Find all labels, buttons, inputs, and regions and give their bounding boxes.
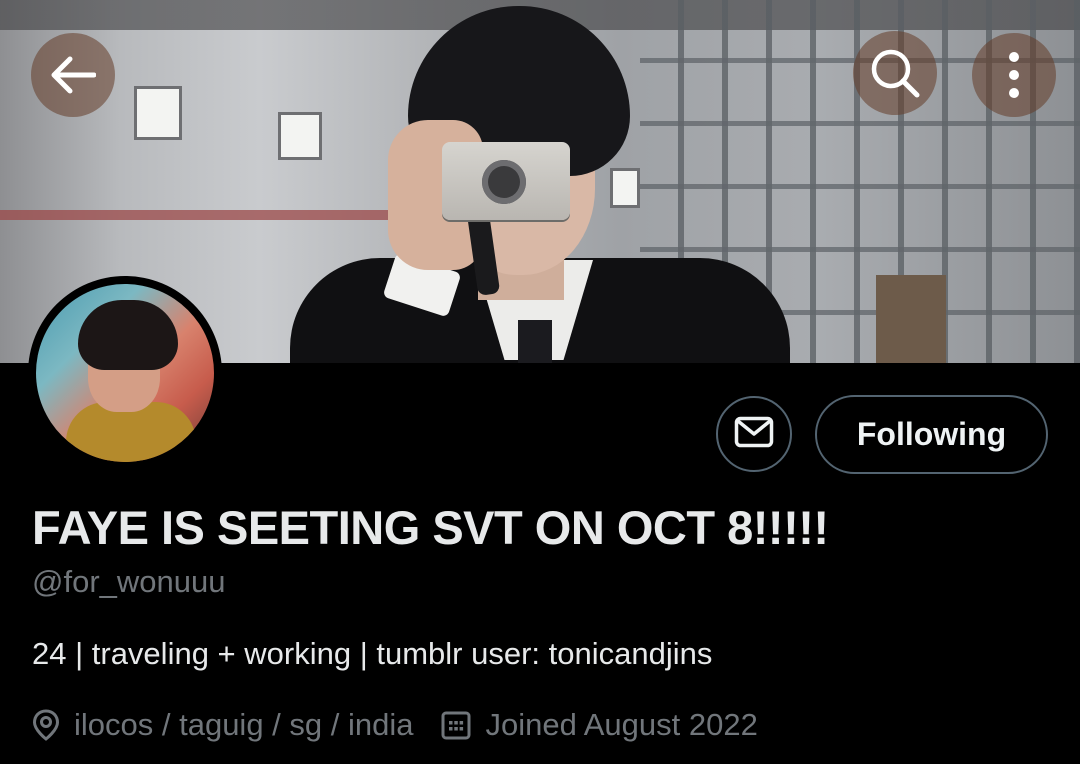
- location-text: ilocos / taguig / sg / india: [74, 707, 414, 742]
- profile-avatar[interactable]: [28, 276, 222, 470]
- avatar-image: [36, 284, 214, 462]
- profile-meta: ilocos / taguig / sg / india Joined Augu…: [32, 705, 758, 745]
- profile-bio: 24 | traveling + working | tumblr user: …: [32, 636, 713, 671]
- more-vertical-icon: [1007, 51, 1021, 99]
- envelope-icon: [734, 416, 774, 453]
- profile-joined: Joined August 2022: [441, 707, 758, 743]
- banner-person-tie: [518, 320, 552, 363]
- banner-target-stand: [876, 275, 946, 363]
- banner-window: [134, 86, 182, 140]
- profile-location: ilocos / taguig / sg / india: [32, 707, 413, 743]
- joined-text: Joined August 2022: [485, 707, 758, 742]
- message-button[interactable]: [716, 396, 792, 472]
- banner-camera-lens: [482, 160, 526, 204]
- following-button[interactable]: Following: [815, 395, 1048, 474]
- location-pin-icon: [32, 709, 60, 741]
- banner-window: [278, 112, 322, 160]
- arrow-left-icon: [50, 55, 96, 95]
- calendar-icon: [441, 710, 471, 740]
- avatar-hair: [78, 300, 178, 370]
- search-button[interactable]: [853, 31, 937, 115]
- banner-window: [610, 168, 640, 208]
- banner-wall-stripe: [0, 210, 420, 220]
- profile-display-name: FAYE IS SEETING SVT ON OCT 8!!!!!: [32, 501, 829, 554]
- more-options-button[interactable]: [972, 33, 1056, 117]
- back-button[interactable]: [31, 33, 115, 117]
- search-icon: [869, 47, 921, 99]
- profile-handle: @for_wonuuu: [32, 564, 226, 599]
